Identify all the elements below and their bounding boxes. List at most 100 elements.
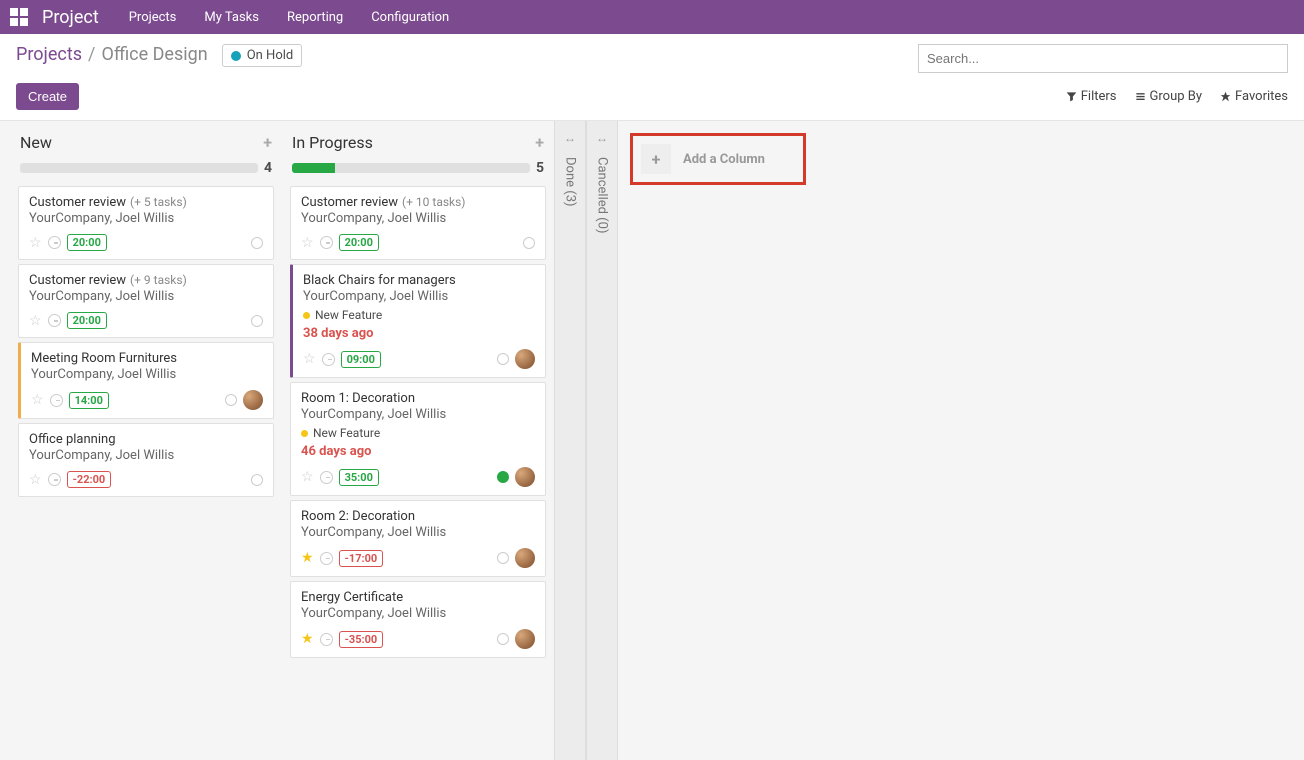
search-area <box>918 44 1288 73</box>
task-card[interactable]: Office planning YourCompany, Joel Willis… <box>18 423 274 497</box>
star-icon[interactable]: ☆ <box>29 313 42 329</box>
status-dot-icon <box>231 51 241 61</box>
filters-button[interactable]: Filters <box>1066 89 1117 104</box>
task-card[interactable]: Black Chairs for managers YourCompany, J… <box>290 264 546 378</box>
toolbar-row: Create Filters Group By Favorites <box>0 79 1304 120</box>
clock-icon <box>48 473 61 486</box>
state-dot[interactable] <box>497 552 509 564</box>
add-column-label[interactable]: Add a Column <box>683 152 765 167</box>
star-icon[interactable]: ☆ <box>29 235 42 251</box>
list-icon <box>1135 91 1146 102</box>
task-card[interactable]: Room 1: Decoration YourCompany, Joel Wil… <box>290 382 546 496</box>
column-count: 4 <box>264 160 272 176</box>
time-pill: 20:00 <box>67 312 107 329</box>
overdue-label: 46 days ago <box>301 444 535 459</box>
clock-icon <box>48 236 61 249</box>
breadcrumb-sep: / <box>88 44 95 65</box>
star-icon <box>1220 91 1231 102</box>
groupby-button[interactable]: Group By <box>1135 89 1203 104</box>
state-dot[interactable] <box>497 633 509 645</box>
tag-label: New Feature <box>313 426 380 440</box>
time-pill: 35:00 <box>339 469 379 486</box>
breadcrumb-parent[interactable]: Projects <box>16 44 82 65</box>
top-nav: Project Projects My Tasks Reporting Conf… <box>0 0 1304 34</box>
star-icon[interactable]: ☆ <box>303 351 316 367</box>
avatar[interactable] <box>515 467 535 487</box>
nav-projects[interactable]: Projects <box>129 10 177 25</box>
task-card[interactable]: Customer review(+ 10 tasks) YourCompany,… <box>290 186 546 260</box>
task-card[interactable]: Room 2: Decoration YourCompany, Joel Wil… <box>290 500 546 577</box>
time-pill: -35:00 <box>339 631 384 648</box>
clock-icon <box>50 394 63 407</box>
nav-configuration[interactable]: Configuration <box>371 10 449 25</box>
task-card[interactable]: Energy Certificate YourCompany, Joel Wil… <box>290 581 546 658</box>
avatar[interactable] <box>515 629 535 649</box>
add-column-highlight: + Add a Column <box>630 133 806 185</box>
create-button[interactable]: Create <box>16 83 79 110</box>
time-pill: 20:00 <box>339 234 379 251</box>
column-progress-bar <box>292 163 530 173</box>
folded-column-done[interactable]: ↔ Done (3) <box>554 121 586 760</box>
state-dot[interactable] <box>497 471 509 483</box>
add-column-area: + Add a Column <box>618 121 818 760</box>
app-brand: Project <box>42 7 99 28</box>
status-label: On Hold <box>247 48 294 63</box>
clock-icon <box>320 471 333 484</box>
avatar[interactable] <box>243 390 263 410</box>
clock-icon <box>320 236 333 249</box>
task-card[interactable]: Meeting Room Furnitures YourCompany, Joe… <box>18 342 274 419</box>
overdue-label: 38 days ago <box>303 326 535 341</box>
add-column-button[interactable]: + <box>641 144 671 174</box>
tag-dot-icon <box>301 430 308 437</box>
task-card[interactable]: Customer review(+ 9 tasks) YourCompany, … <box>18 264 274 338</box>
time-pill: -22:00 <box>67 471 112 488</box>
expand-icon: ↔ <box>564 131 576 145</box>
filters-row: Filters Group By Favorites <box>1066 89 1288 104</box>
apps-icon[interactable] <box>10 8 28 26</box>
clock-icon <box>48 314 61 327</box>
nav-reporting[interactable]: Reporting <box>287 10 343 25</box>
avatar[interactable] <box>515 548 535 568</box>
column-add-card-icon[interactable]: + <box>535 133 544 152</box>
time-pill: 14:00 <box>69 392 109 409</box>
filter-icon <box>1066 91 1077 102</box>
star-icon[interactable]: ☆ <box>301 235 314 251</box>
search-input[interactable] <box>918 44 1288 73</box>
time-pill: 09:00 <box>341 351 381 368</box>
state-dot[interactable] <box>497 353 509 365</box>
column-add-card-icon[interactable]: + <box>263 133 272 152</box>
favorites-button[interactable]: Favorites <box>1220 89 1288 104</box>
star-icon[interactable]: ☆ <box>301 469 314 485</box>
folded-column-cancelled[interactable]: ↔ Cancelled (0) <box>586 121 618 760</box>
clock-icon <box>320 633 333 646</box>
expand-icon: ↔ <box>596 131 608 145</box>
nav-my-tasks[interactable]: My Tasks <box>204 10 259 25</box>
column-progress-bar <box>20 163 258 173</box>
star-icon[interactable]: ★ <box>301 550 314 566</box>
state-dot[interactable] <box>251 474 263 486</box>
clock-icon <box>322 353 335 366</box>
column-title[interactable]: New <box>20 133 263 152</box>
folded-label: Cancelled (0) <box>595 157 610 233</box>
task-card[interactable]: Customer review(+ 5 tasks) YourCompany, … <box>18 186 274 260</box>
tag-dot-icon <box>303 312 310 319</box>
state-dot[interactable] <box>251 315 263 327</box>
breadcrumb-current: Office Design <box>101 44 207 65</box>
status-pill[interactable]: On Hold <box>222 44 303 67</box>
state-dot[interactable] <box>251 237 263 249</box>
state-dot[interactable] <box>225 394 237 406</box>
star-icon[interactable]: ☆ <box>31 392 44 408</box>
star-icon[interactable]: ★ <box>301 631 314 647</box>
folded-label: Done (3) <box>563 157 578 207</box>
clock-icon <box>320 552 333 565</box>
column-title[interactable]: In Progress <box>292 133 535 152</box>
column-count: 5 <box>536 160 544 176</box>
avatar[interactable] <box>515 349 535 369</box>
star-icon[interactable]: ☆ <box>29 472 42 488</box>
column-new: New + 4 Customer review(+ 5 tasks) YourC… <box>10 121 282 760</box>
state-dot[interactable] <box>523 237 535 249</box>
column-in-progress: In Progress + 5 Customer review(+ 10 tas… <box>282 121 554 760</box>
breadcrumb: Projects / Office Design <box>16 44 208 65</box>
time-pill: 20:00 <box>67 234 107 251</box>
tag-label: New Feature <box>315 308 382 322</box>
